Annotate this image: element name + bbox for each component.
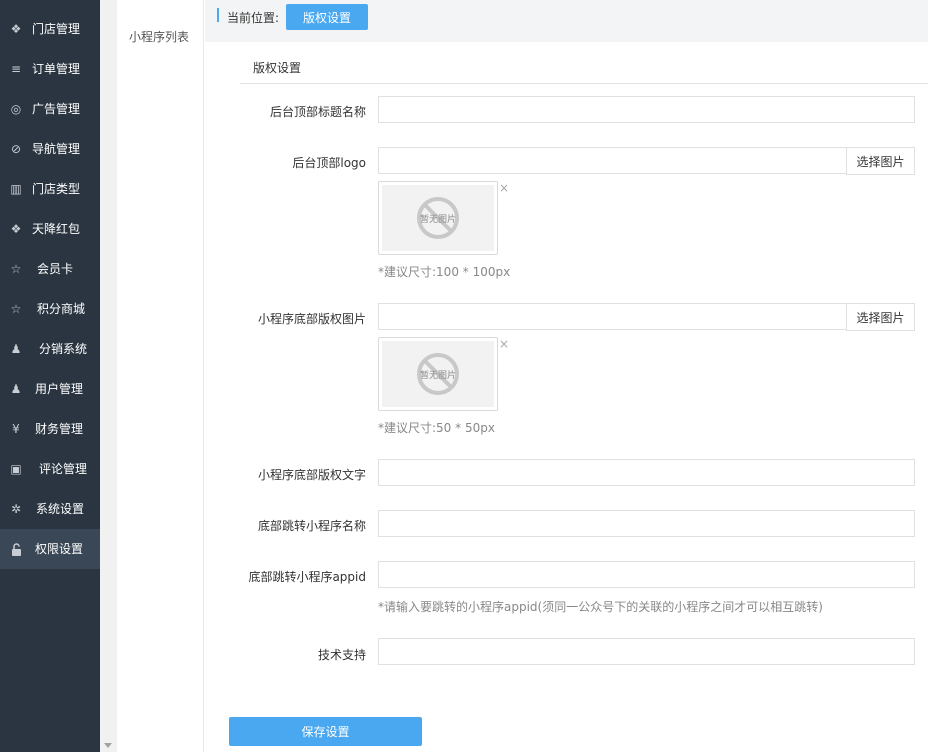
- panel-title: 版权设置: [253, 61, 302, 75]
- sidebar-item-label: 会员卡: [37, 262, 74, 276]
- gear-icon: ✲: [10, 502, 22, 516]
- footer-text-label: 小程序底部版权文字: [257, 468, 366, 482]
- sidebar-item-label: 用户管理: [35, 382, 84, 396]
- footer-text-input[interactable]: [378, 459, 915, 486]
- sidebar-item-label: 门店管理: [32, 22, 81, 36]
- lifebuoy-icon: ◎: [10, 102, 22, 116]
- sidebar-item-label: 权限设置: [35, 542, 84, 556]
- subnav-item-miniprogram-list[interactable]: 小程序列表: [129, 28, 189, 45]
- top-logo-pick-button[interactable]: 选择图片: [846, 147, 915, 175]
- footer-image-remove-icon[interactable]: ×: [499, 337, 509, 351]
- sidebar-item-label: 天降红包: [32, 222, 81, 236]
- top-logo-input[interactable]: [378, 147, 847, 174]
- sidebar-item-orders[interactable]: ≡ 订单管理: [0, 49, 100, 89]
- sidebar-item-red-packets[interactable]: ❖ 天降红包: [0, 209, 100, 249]
- sidebar-item-label: 门店类型: [32, 182, 81, 196]
- bank-icon: ▥: [10, 182, 22, 196]
- main-sidebar: ❖ 门店管理 ≡ 订单管理 ◎ 广告管理 ⊘ 导航管理 ▥ 门店类型 ❖ 天降红…: [0, 0, 100, 752]
- sidebar-item-member-card[interactable]: ☆ 会员卡: [0, 249, 100, 289]
- money-icon: ▣: [10, 462, 22, 476]
- list-icon: ≡: [10, 62, 22, 76]
- sidebar-scrollbar[interactable]: [100, 0, 117, 752]
- sidebar-item-label: 分销系统: [39, 342, 88, 356]
- footer-image-input[interactable]: [378, 303, 847, 330]
- users-icon: ♟: [10, 342, 22, 356]
- top-logo-remove-icon[interactable]: ×: [499, 181, 509, 195]
- panel-divider: [240, 83, 928, 84]
- sidebar-item-label: 广告管理: [32, 102, 81, 116]
- jump-appid-hint: *请输入要跳转的小程序appid(须同一公众号下的关联的小程序之间才可以相互跳转…: [378, 600, 823, 614]
- sidebar-item-users[interactable]: ♟ 用户管理: [0, 369, 100, 409]
- sidebar-item-label: 系统设置: [36, 502, 85, 516]
- jump-appid-label: 底部跳转小程序appid: [248, 570, 366, 584]
- compass-icon: ⊘: [10, 142, 22, 156]
- jump-name-label: 底部跳转小程序名称: [257, 519, 366, 533]
- scroll-down-arrow-icon[interactable]: [104, 743, 112, 748]
- star-icon: ☆: [10, 262, 22, 276]
- save-button[interactable]: 保存设置: [229, 717, 422, 746]
- tech-support-input[interactable]: [378, 638, 915, 665]
- yen-icon: ¥: [12, 422, 20, 436]
- footer-image-label: 小程序底部版权图片: [257, 312, 366, 326]
- top-title-input[interactable]: [378, 96, 915, 123]
- no-image-text: 暂无图片: [419, 371, 456, 381]
- star-icon: ☆: [10, 302, 22, 316]
- sidebar-item-permissions[interactable]: 权限设置: [0, 529, 100, 569]
- jump-name-input[interactable]: [378, 510, 915, 537]
- no-image-text: 暂无图片: [419, 215, 456, 225]
- sidebar-item-store-types[interactable]: ▥ 门店类型: [0, 169, 100, 209]
- top-logo-preview: 暂无图片: [378, 181, 498, 255]
- top-title-label: 后台顶部标题名称: [269, 105, 366, 119]
- stores-icon: ❖: [10, 22, 22, 36]
- sidebar-item-points-mall[interactable]: ☆ 积分商城: [0, 289, 100, 329]
- tech-support-label: 技术支持: [317, 648, 366, 662]
- sidebar-item-label: 订单管理: [32, 62, 81, 76]
- breadcrumb-current-button[interactable]: 版权设置: [286, 4, 368, 30]
- sidebar-item-label: 评论管理: [39, 462, 88, 476]
- user-icon: ♟: [10, 382, 22, 396]
- unlock-icon: [8, 542, 24, 556]
- cubes-icon: ❖: [10, 222, 22, 236]
- sidebar-item-system-settings[interactable]: ✲ 系统设置: [0, 489, 100, 529]
- sidebar-item-label: 积分商城: [37, 302, 86, 316]
- top-logo-label: 后台顶部logo: [292, 156, 366, 170]
- footer-image-pick-button[interactable]: 选择图片: [846, 303, 915, 331]
- sidebar-item-stores[interactable]: ❖ 门店管理: [0, 9, 100, 49]
- breadcrumb-label: 当前位置:: [227, 11, 280, 25]
- sidebar-item-comments[interactable]: ▣ 评论管理: [0, 449, 100, 489]
- top-logo-hint: *建议尺寸:100 * 100px: [378, 265, 511, 279]
- breadcrumb-marker: [217, 8, 219, 22]
- jump-appid-input[interactable]: [378, 561, 915, 588]
- sidebar-item-navigation[interactable]: ⊘ 导航管理: [0, 129, 100, 169]
- footer-image-preview: 暂无图片: [378, 337, 498, 411]
- footer-image-hint: *建议尺寸:50 * 50px: [378, 421, 495, 435]
- sidebar-item-label: 财务管理: [35, 422, 84, 436]
- sidebar-item-finance[interactable]: ¥ 财务管理: [0, 409, 100, 449]
- sidebar-item-distribution[interactable]: ♟ 分销系统: [0, 329, 100, 369]
- sidebar-item-label: 导航管理: [32, 142, 81, 156]
- sidebar-item-ads[interactable]: ◎ 广告管理: [0, 89, 100, 129]
